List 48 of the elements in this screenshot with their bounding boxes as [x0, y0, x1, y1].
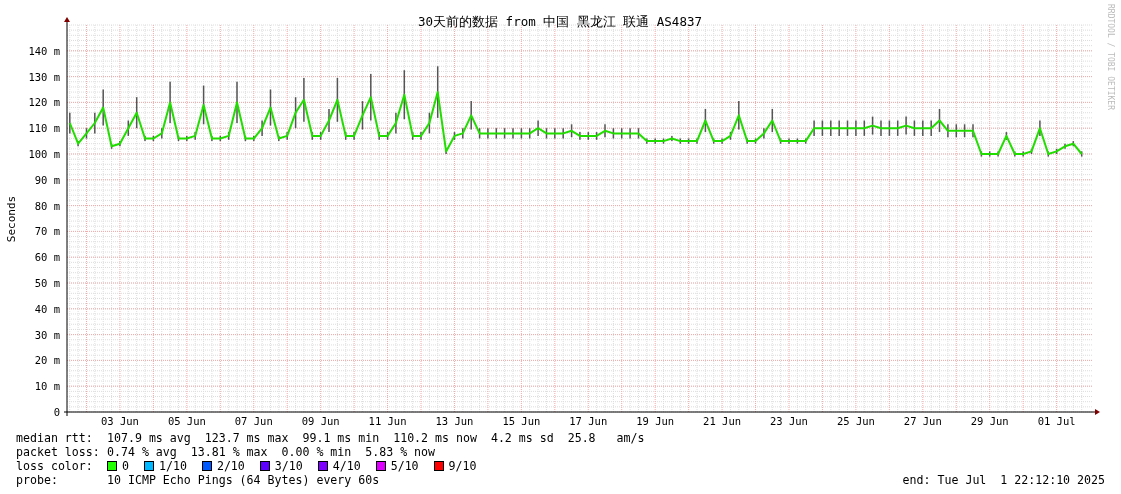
chart-title: 30天前的数据 from 中国 黑龙江 联通 AS4837	[418, 14, 702, 29]
x-tick-label: 09 Jun	[301, 415, 340, 427]
x-tick-label: 19 Jun	[636, 415, 675, 427]
credit-text: RRDTOOL / TOBI OETIKER	[1105, 4, 1115, 110]
legend-item-label: 2/10	[216, 459, 245, 473]
legend-item-label: 4/10	[332, 459, 361, 473]
x-tick-label: 21 Jun	[703, 415, 742, 427]
legend-item-label: 9/10	[448, 459, 477, 473]
stat-values: 107.9 ms avg 123.7 ms max 99.1 ms min 110.2 ms now 4.2 ms sd 25.8 am/s	[107, 431, 645, 445]
y-tick-label: 40 m	[34, 302, 60, 315]
x-tick-label: 15 Jun	[502, 415, 541, 427]
y-tick-label: 30 m	[34, 328, 60, 341]
x-tick-label: 27 Jun	[903, 415, 942, 427]
x-tick-label: 25 Jun	[836, 415, 875, 427]
x-tick-label: 13 Jun	[435, 415, 474, 427]
x-tick-label: 05 Jun	[167, 415, 206, 427]
end-time: end: Tue Jul 1 22:12:10 2025	[902, 473, 1105, 487]
legend-item-label: 0	[122, 459, 129, 473]
x-tick-label: 03 Jun	[100, 415, 139, 427]
x-tick-label: 29 Jun	[970, 415, 1009, 427]
x-tick-label: 11 Jun	[368, 415, 407, 427]
y-tick-label: 80 m	[34, 199, 60, 212]
legend-item-label: 5/10	[390, 459, 419, 473]
y-tick-label: 110 m	[28, 122, 60, 135]
x-tick-label: 01 Jul	[1037, 415, 1076, 427]
y-tick-label: 90 m	[34, 173, 60, 186]
stat-values: 0.74 % avg 13.81 % max 0.00 % min 5.83 % now	[107, 445, 436, 459]
y-axis-title: Seconds	[5, 195, 18, 243]
x-tick-label: 07 Jun	[234, 415, 273, 427]
legend-item-label: 3/10	[274, 459, 303, 473]
y-tick-label: 60 m	[34, 251, 60, 264]
legend-label: loss color:	[16, 459, 94, 473]
x-tick-label: 23 Jun	[770, 415, 808, 427]
stat-label: packet loss:	[16, 445, 101, 459]
y-tick-label: 0	[53, 406, 60, 418]
y-tick-label: 100 m	[28, 148, 60, 160]
x-tick-label: 17 Jun	[569, 415, 608, 427]
y-tick-label: 10 m	[34, 380, 60, 393]
stat-label: median rtt:	[16, 431, 94, 445]
probe-label: probe:	[16, 473, 59, 487]
legend-item-label: 1/10	[159, 459, 187, 473]
y-tick-label: 50 m	[34, 277, 60, 289]
probe-text: 10 ICMP Echo Pings (64 Bytes) every 60s	[107, 473, 380, 487]
y-tick-label: 130 m	[28, 70, 60, 83]
y-tick-label: 140 m	[28, 44, 60, 57]
y-tick-label: 70 m	[34, 225, 60, 238]
y-tick-label: 120 m	[28, 96, 60, 109]
y-tick-label: 20 m	[34, 354, 60, 367]
